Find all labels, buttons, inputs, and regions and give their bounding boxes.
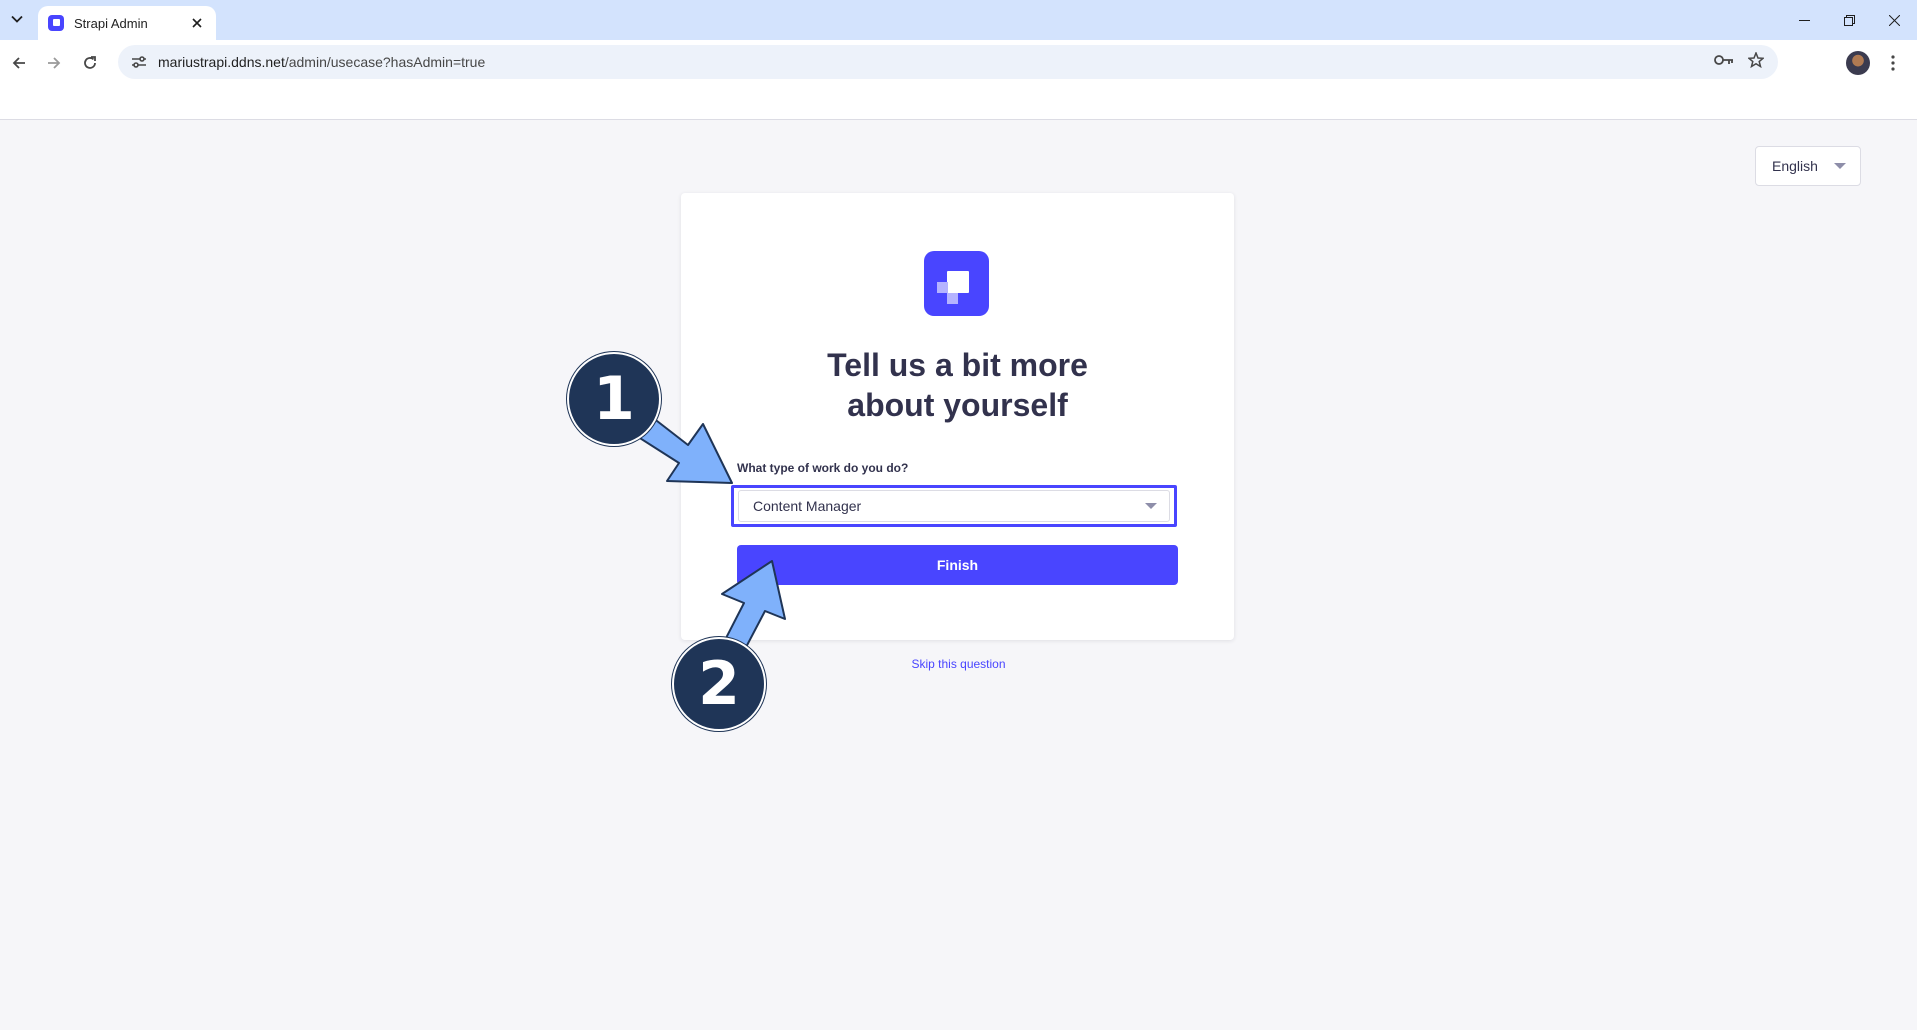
step-1-badge: 1 xyxy=(567,352,661,446)
annotation-arrows xyxy=(634,413,786,652)
arrow-2 xyxy=(721,560,786,652)
step-2-badge: 2 xyxy=(672,637,766,731)
